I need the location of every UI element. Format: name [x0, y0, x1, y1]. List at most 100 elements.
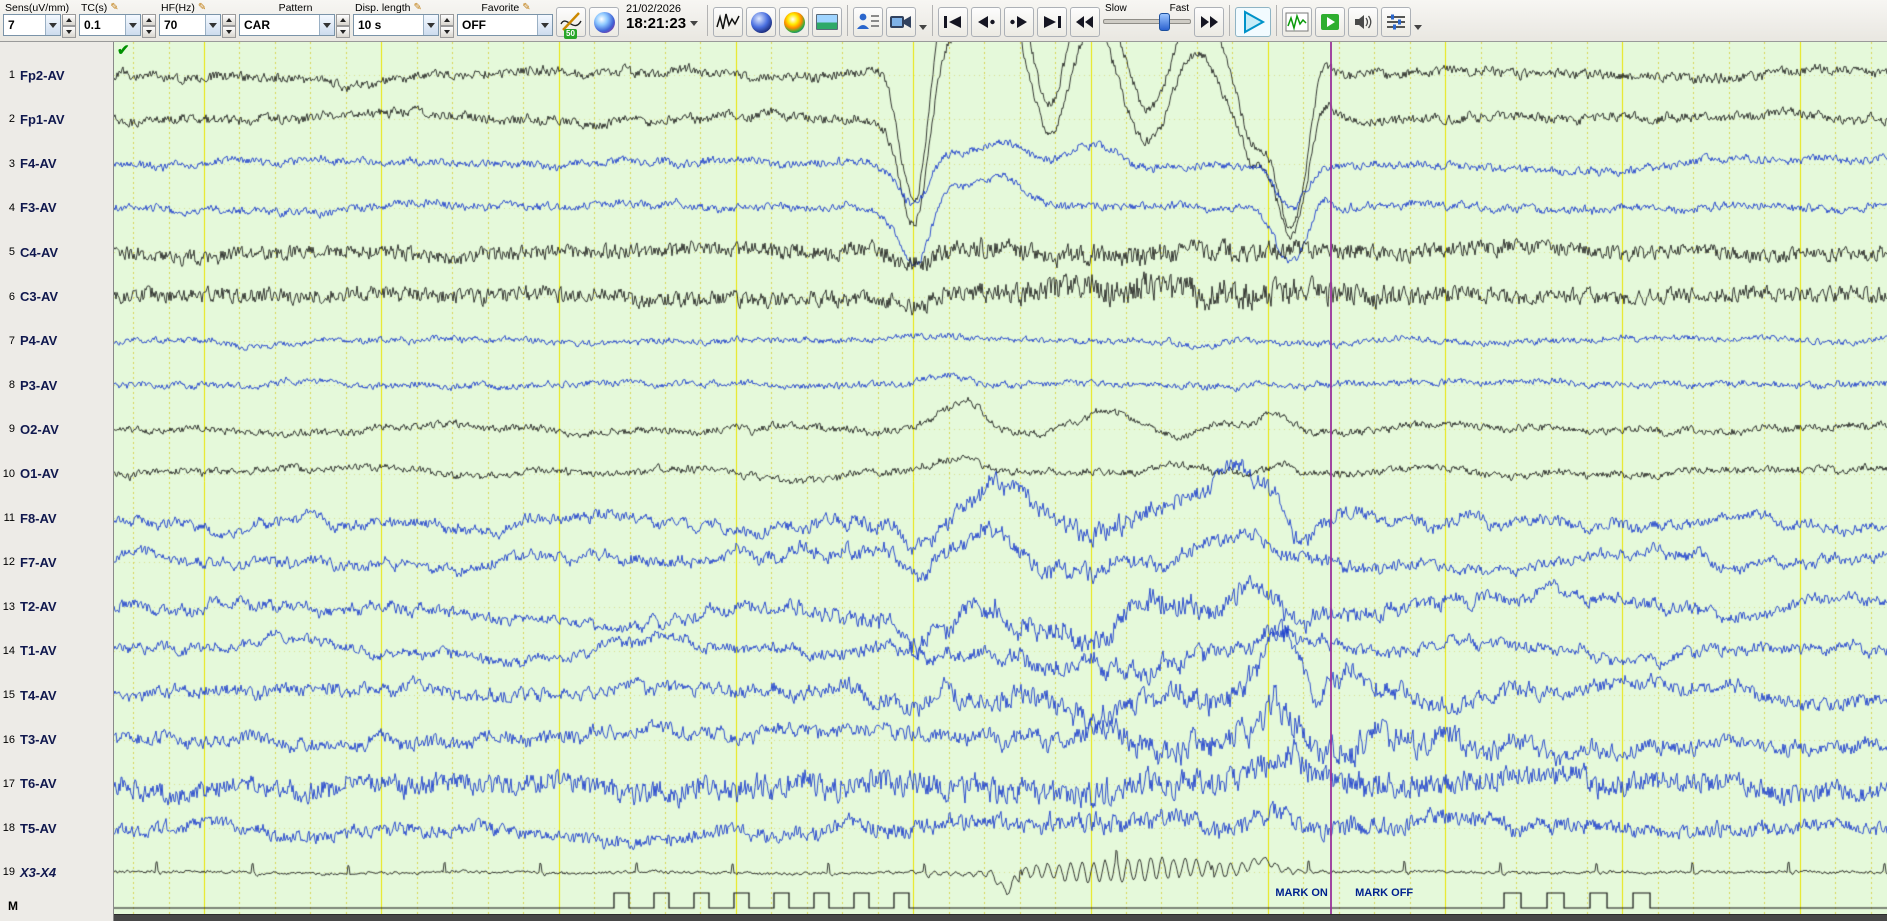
channel-label[interactable]: F3-AV: [20, 200, 57, 215]
channel-label[interactable]: Fp2-AV: [20, 68, 65, 83]
channel-row[interactable]: 19 X3-X4: [0, 863, 114, 881]
notch-filter-button[interactable]: 50: [556, 7, 586, 39]
audio-button[interactable]: [1348, 7, 1379, 37]
channel-row[interactable]: 9 O2-AV: [0, 420, 114, 438]
step-up-button[interactable]: [142, 14, 156, 26]
channel-row[interactable]: 6 C3-AV: [0, 288, 114, 306]
channel-row[interactable]: 4 F3-AV: [0, 199, 114, 217]
edit-pencil-icon[interactable]: ✎: [198, 2, 206, 13]
channel-label[interactable]: T4-AV: [20, 688, 57, 703]
step-down-button[interactable]: [142, 26, 156, 38]
fast-forward-button[interactable]: [1194, 7, 1225, 37]
channel-row[interactable]: 11 F8-AV: [0, 509, 114, 527]
timeline-bar[interactable]: [114, 914, 1887, 921]
disp-length-value: 10 s: [358, 18, 382, 32]
channel-label[interactable]: F8-AV: [20, 511, 57, 526]
step-up-button[interactable]: [62, 14, 76, 26]
step-down-button[interactable]: [440, 26, 454, 38]
channel-row[interactable]: 12 F7-AV: [0, 553, 114, 571]
step-down-button[interactable]: [62, 26, 76, 38]
speed-slider-track[interactable]: [1103, 13, 1192, 31]
channel-label[interactable]: F4-AV: [20, 156, 57, 171]
mark-on-label: MARK ON: [1275, 887, 1328, 899]
channel-row[interactable]: 18 T5-AV: [0, 819, 114, 837]
channel-row[interactable]: 16 T3-AV: [0, 731, 114, 749]
edit-pencil-icon[interactable]: ✎: [110, 2, 118, 13]
speaker-icon: [1355, 15, 1372, 29]
channel-row[interactable]: 10 O1-AV: [0, 465, 114, 483]
favorite-combo[interactable]: OFF: [457, 14, 553, 36]
pattern-combo[interactable]: CAR: [239, 14, 335, 36]
channel-label[interactable]: T1-AV: [20, 643, 57, 658]
record-time: 18:21:23: [626, 15, 687, 32]
edit-pencil-icon[interactable]: ✎: [413, 2, 421, 13]
channel-row[interactable]: 2 Fp1-AV: [0, 110, 114, 128]
speed-slider-handle[interactable]: [1159, 13, 1171, 31]
channel-label[interactable]: P4-AV: [20, 333, 57, 348]
step-down-button[interactable]: [336, 26, 350, 38]
divider: [1229, 5, 1231, 36]
chevron-down-icon[interactable]: [537, 15, 552, 35]
start-review-button[interactable]: [1315, 7, 1346, 37]
channel-label[interactable]: F7-AV: [20, 555, 57, 570]
channel-row[interactable]: 13 T2-AV: [0, 598, 114, 616]
video-dropdown-icon[interactable]: [919, 25, 928, 34]
play-button[interactable]: [1235, 7, 1272, 37]
rewind-button[interactable]: [1070, 7, 1101, 37]
edit-pencil-icon[interactable]: ✎: [522, 2, 530, 13]
channel-number: 5: [8, 246, 15, 259]
step-down-button[interactable]: [222, 26, 236, 38]
step-up-button[interactable]: [222, 14, 236, 26]
channel-label[interactable]: O1-AV: [20, 466, 59, 481]
sens-combo[interactable]: 7: [3, 14, 61, 36]
image-view-button[interactable]: [812, 7, 843, 37]
time-dropdown-icon[interactable]: [690, 21, 699, 30]
disp-length-combo[interactable]: 10 s: [353, 14, 439, 36]
step-back-button[interactable]: [971, 7, 1002, 37]
topo-map-button[interactable]: [746, 7, 777, 37]
live-trace-button[interactable]: [1282, 7, 1313, 37]
skip-to-end-button[interactable]: [1037, 7, 1068, 37]
chevron-down-icon[interactable]: [205, 15, 220, 35]
channel-row[interactable]: 14 T1-AV: [0, 642, 114, 660]
channel-label[interactable]: T5-AV: [20, 821, 57, 836]
chevron-down-icon[interactable]: [45, 15, 60, 35]
map-display-button[interactable]: [589, 7, 619, 37]
channel-row[interactable]: 1 Fp2-AV: [0, 66, 114, 84]
step-forward-button[interactable]: [1004, 7, 1035, 37]
settings-dropdown-icon[interactable]: [1414, 25, 1423, 34]
channel-label[interactable]: Fp1-AV: [20, 112, 65, 127]
channel-label[interactable]: T3-AV: [20, 732, 57, 747]
channel-label[interactable]: T2-AV: [20, 599, 57, 614]
step-up-button[interactable]: [440, 14, 454, 26]
review-cursor[interactable]: [1330, 42, 1333, 914]
disp-length-control: Disp. length ✎ 10 s: [353, 1, 454, 38]
channel-row[interactable]: 5 C4-AV: [0, 243, 114, 261]
channel-row[interactable]: 15 T4-AV: [0, 686, 114, 704]
patient-info-button[interactable]: [853, 7, 884, 37]
channel-row[interactable]: 3 F4-AV: [0, 155, 114, 173]
hf-value: 70: [164, 18, 178, 32]
channel-label[interactable]: T6-AV: [20, 776, 57, 791]
tc-combo[interactable]: 0.1: [79, 14, 141, 36]
channel-row[interactable]: 7 P4-AV: [0, 332, 114, 350]
channel-label[interactable]: O2-AV: [20, 422, 59, 437]
channel-label[interactable]: P3-AV: [20, 378, 57, 393]
chevron-down-icon[interactable]: [125, 15, 140, 35]
waveform-view-button[interactable]: [713, 7, 744, 37]
eeg-canvas[interactable]: [114, 42, 1887, 921]
channel-label[interactable]: C3-AV: [20, 289, 58, 304]
settings-sliders-icon: [1387, 14, 1406, 30]
channel-row[interactable]: 17 T6-AV: [0, 775, 114, 793]
color-map-button[interactable]: [779, 7, 810, 37]
channel-label[interactable]: X3-X4: [20, 865, 56, 880]
chevron-down-icon[interactable]: [423, 15, 438, 35]
chevron-down-icon[interactable]: [319, 15, 334, 35]
skip-to-start-button[interactable]: [938, 7, 969, 37]
hf-combo[interactable]: 70: [159, 14, 221, 36]
step-up-button[interactable]: [336, 14, 350, 26]
settings-button[interactable]: [1381, 7, 1412, 37]
channel-label[interactable]: C4-AV: [20, 245, 58, 260]
channel-row[interactable]: 8 P3-AV: [0, 376, 114, 394]
video-button[interactable]: [886, 7, 917, 37]
